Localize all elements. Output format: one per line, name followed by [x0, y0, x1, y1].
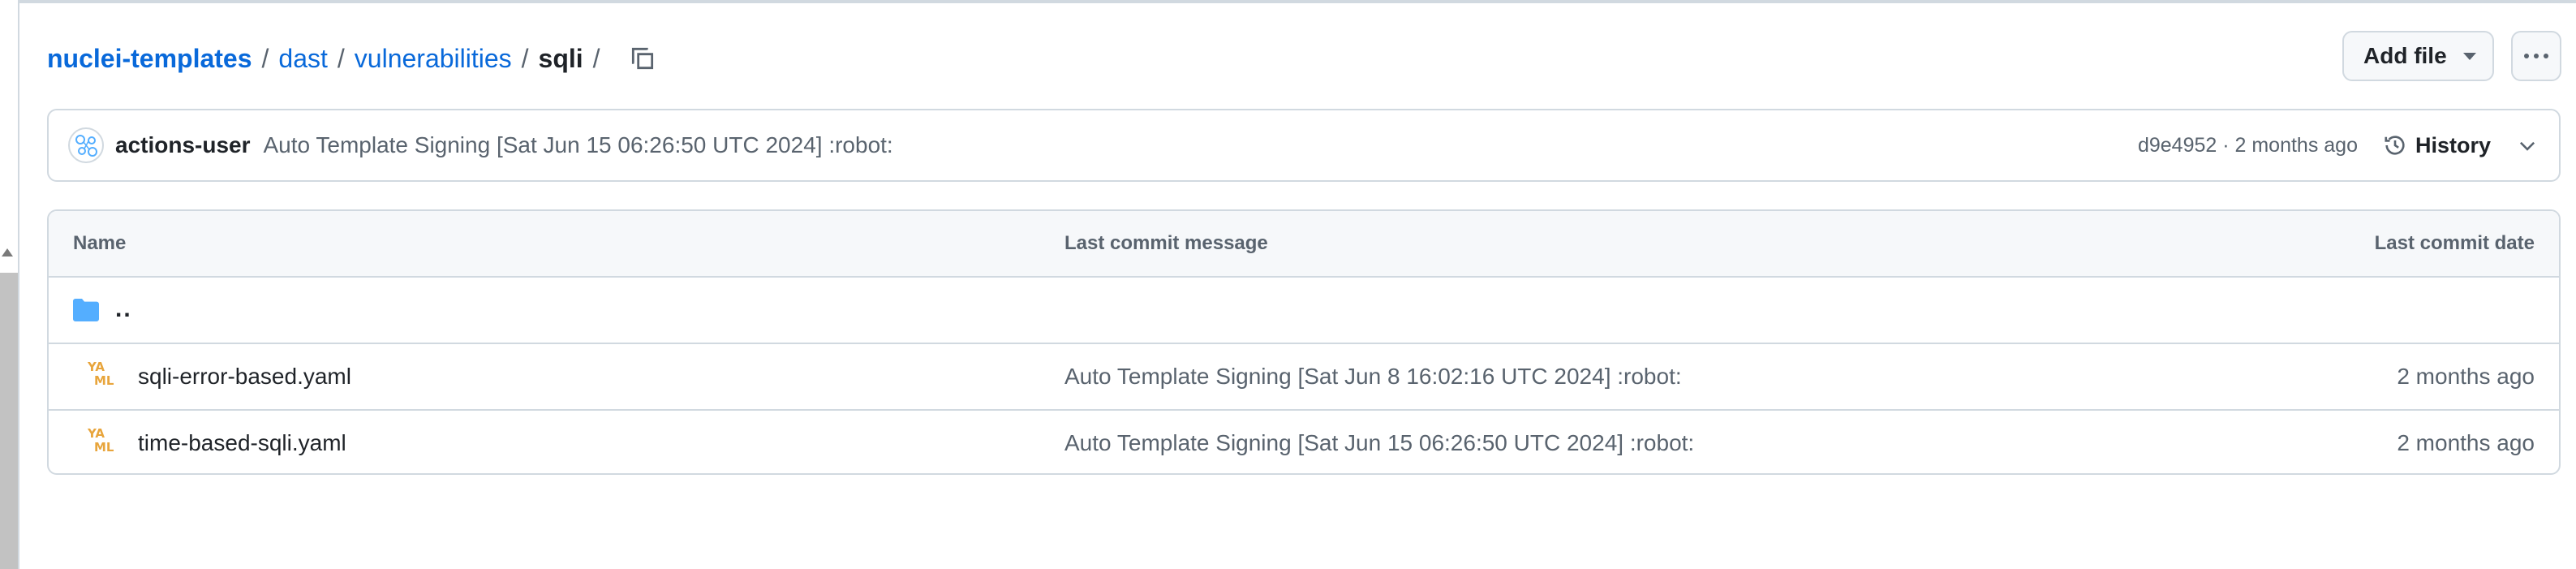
- file-commit-message-link[interactable]: Auto Template Signing [Sat Jun 8 16:02:1…: [1064, 364, 1682, 390]
- copy-icon: [631, 47, 653, 70]
- breadcrumb-separator: /: [521, 43, 529, 73]
- file-name-link[interactable]: sqli-error-based.yaml: [138, 364, 351, 390]
- yaml-icon-top-text: YA: [88, 426, 105, 441]
- yaml-icon-top-text: YA: [88, 360, 105, 374]
- breadcrumb-vulnerabilities-link[interactable]: vulnerabilities: [355, 44, 512, 74]
- commit-hash-and-time[interactable]: d9e4952 · 2 months ago: [2138, 134, 2358, 157]
- column-header-commit-message: Last commit message: [1064, 232, 1268, 254]
- breadcrumb-separator: /: [261, 43, 269, 73]
- table-row[interactable]: YA ML sqli-error-based.yaml Auto Templat…: [49, 344, 2559, 411]
- add-file-button[interactable]: Add file: [2342, 31, 2494, 81]
- folder-icon: [73, 299, 99, 321]
- copy-path-button[interactable]: [626, 42, 659, 75]
- yaml-icon-bottom-text: ML: [94, 373, 114, 388]
- top-border: [0, 0, 2576, 3]
- table-row[interactable]: YA ML time-based-sqli.yaml Auto Template…: [49, 411, 2559, 473]
- breadcrumb-dast-link[interactable]: dast: [278, 44, 327, 74]
- commit-message-link[interactable]: Auto Template Signing [Sat Jun 15 06:26:…: [264, 132, 893, 158]
- avatar[interactable]: [68, 127, 104, 163]
- history-label: History: [2415, 132, 2491, 157]
- file-name-link[interactable]: time-based-sqli.yaml: [138, 430, 346, 456]
- breadcrumb: nuclei-templates / dast / vulnerabilitie…: [47, 41, 659, 76]
- breadcrumb-current: sqli: [538, 43, 583, 73]
- column-header-commit-date: Last commit date: [2374, 232, 2535, 254]
- expand-commit-button[interactable]: [2515, 133, 2539, 157]
- breadcrumb-separator: /: [337, 43, 345, 73]
- add-file-label: Add file: [2363, 43, 2447, 68]
- yaml-file-icon: YA ML: [88, 360, 115, 393]
- user-avatar-icon: [75, 135, 97, 157]
- breadcrumb-separator: /: [592, 43, 600, 73]
- left-scrollbar[interactable]: [0, 0, 19, 569]
- column-header-name: Name: [73, 232, 127, 254]
- table-header: Name Last commit message Last commit dat…: [49, 211, 2559, 278]
- scroll-up-arrow[interactable]: [2, 248, 13, 256]
- parent-directory-row[interactable]: ..: [49, 278, 2559, 344]
- yaml-file-icon: YA ML: [88, 427, 115, 459]
- kebab-icon: [2524, 54, 2529, 58]
- yaml-icon-bottom-text: ML: [94, 440, 114, 455]
- history-icon: [2385, 136, 2405, 155]
- breadcrumb-repo-link[interactable]: nuclei-templates: [47, 44, 252, 74]
- file-commit-date: 2 months ago: [2397, 430, 2535, 455]
- history-button[interactable]: History: [2383, 133, 2491, 158]
- scrollbar-thumb[interactable]: [0, 273, 18, 569]
- chevron-down-icon: [2462, 52, 2476, 60]
- file-commit-date: 2 months ago: [2397, 364, 2535, 389]
- commit-author-link[interactable]: actions-user: [115, 132, 251, 158]
- more-options-button[interactable]: [2511, 31, 2561, 81]
- chevron-down-icon: [2519, 141, 2535, 151]
- file-commit-message-link[interactable]: Auto Template Signing [Sat Jun 15 06:26:…: [1064, 430, 1694, 456]
- latest-commit-bar: actions-user Auto Template Signing [Sat …: [47, 109, 2561, 182]
- parent-directory-link[interactable]: ..: [115, 295, 132, 323]
- file-table: Name Last commit message Last commit dat…: [47, 209, 2561, 475]
